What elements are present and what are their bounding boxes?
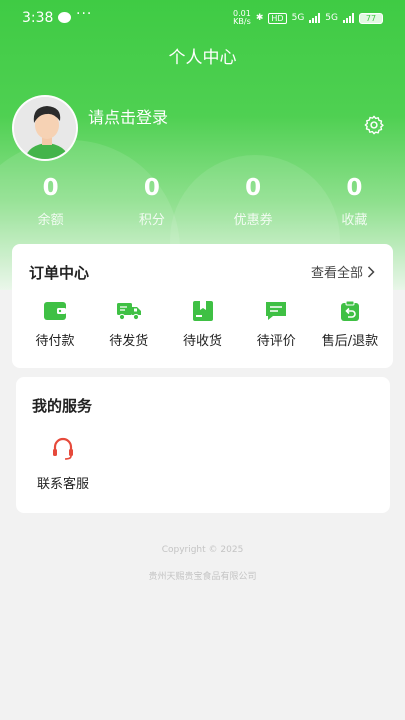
- order-status-label: 待评价: [256, 334, 296, 349]
- stat-coupons[interactable]: 0 优惠券: [203, 175, 304, 228]
- stat-label: 优惠券: [233, 213, 273, 228]
- signal-icon: [343, 13, 354, 23]
- login-prompt[interactable]: 请点击登录: [88, 104, 168, 128]
- package-icon: [192, 301, 213, 321]
- order-pending-receipt[interactable]: 待收货: [168, 300, 238, 349]
- order-status-label: 售后/退款: [321, 334, 379, 349]
- order-center-card: 订单中心 查看全部 待付款 待发货 待收货 待评价 售后/退款: [12, 244, 393, 368]
- stat-value: 0: [143, 175, 160, 201]
- gear-icon[interactable]: [363, 114, 385, 136]
- status-time: 3:38: [22, 10, 54, 26]
- stat-value: 0: [245, 175, 262, 201]
- stat-label: 收藏: [341, 213, 368, 228]
- status-bar: 3:38 ··· 0.01 KB/s ✱ HD 5G 5G 77: [0, 0, 405, 36]
- page-title: 个人中心: [168, 48, 237, 68]
- order-pending-review[interactable]: 待评价: [241, 300, 311, 349]
- battery-icon: 77: [359, 12, 383, 24]
- chevron-right-icon: [367, 265, 375, 278]
- refund-icon: [341, 300, 359, 321]
- stats-row: 0 余额 0 积分 0 优惠券 0 收藏: [0, 175, 405, 228]
- network-speed-unit: KB/s: [233, 17, 251, 26]
- copyright-text: Copyright © 2025: [161, 545, 244, 555]
- order-status-label: 待付款: [35, 334, 75, 349]
- stat-points[interactable]: 0 积分: [101, 175, 202, 228]
- contact-support-button[interactable]: 联系客服: [32, 435, 94, 492]
- hd-badge: HD: [268, 12, 287, 24]
- order-pending-payment[interactable]: 待付款: [20, 300, 90, 349]
- status-right: 0.01 KB/s ✱ HD 5G 5G 77: [233, 10, 383, 26]
- my-services-card: 我的服务 联系客服: [16, 377, 390, 513]
- sim1-label: 5G: [291, 13, 305, 23]
- more-notifications-icon: ···: [76, 6, 93, 22]
- service-label: 联系客服: [36, 477, 89, 492]
- wallet-icon: [44, 302, 66, 320]
- view-all-orders-link[interactable]: 查看全部: [311, 262, 375, 281]
- bluetooth-icon: ✱: [255, 13, 264, 23]
- stat-balance[interactable]: 0 余额: [0, 175, 101, 228]
- signal-icon: [309, 13, 321, 23]
- order-after-sales[interactable]: 售后/退款: [315, 300, 385, 349]
- order-center-title: 订单中心: [29, 264, 90, 282]
- my-services-title: 我的服务: [32, 397, 93, 415]
- stat-label: 积分: [138, 213, 165, 228]
- view-all-label: 查看全部: [310, 266, 363, 281]
- stat-label: 余额: [37, 213, 64, 228]
- order-pending-shipment[interactable]: 待发货: [94, 300, 164, 349]
- avatar[interactable]: [12, 95, 78, 161]
- order-status-row: 待付款 待发货 待收货 待评价 售后/退款: [12, 300, 393, 349]
- review-icon: [266, 302, 287, 320]
- order-status-label: 待收货: [182, 334, 222, 349]
- order-status-label: 待发货: [109, 334, 149, 349]
- truck-icon: [116, 303, 141, 321]
- company-name: 贵州天赐贵宝食品有限公司: [148, 572, 257, 582]
- stat-value: 0: [346, 175, 363, 201]
- sim2-label: 5G: [325, 13, 338, 23]
- network-speed: 0.01 KB/s: [233, 10, 251, 26]
- headset-icon: [53, 437, 73, 460]
- stat-value: 0: [42, 175, 59, 201]
- wechat-icon: [58, 12, 71, 23]
- stat-favorites[interactable]: 0 收藏: [304, 175, 405, 228]
